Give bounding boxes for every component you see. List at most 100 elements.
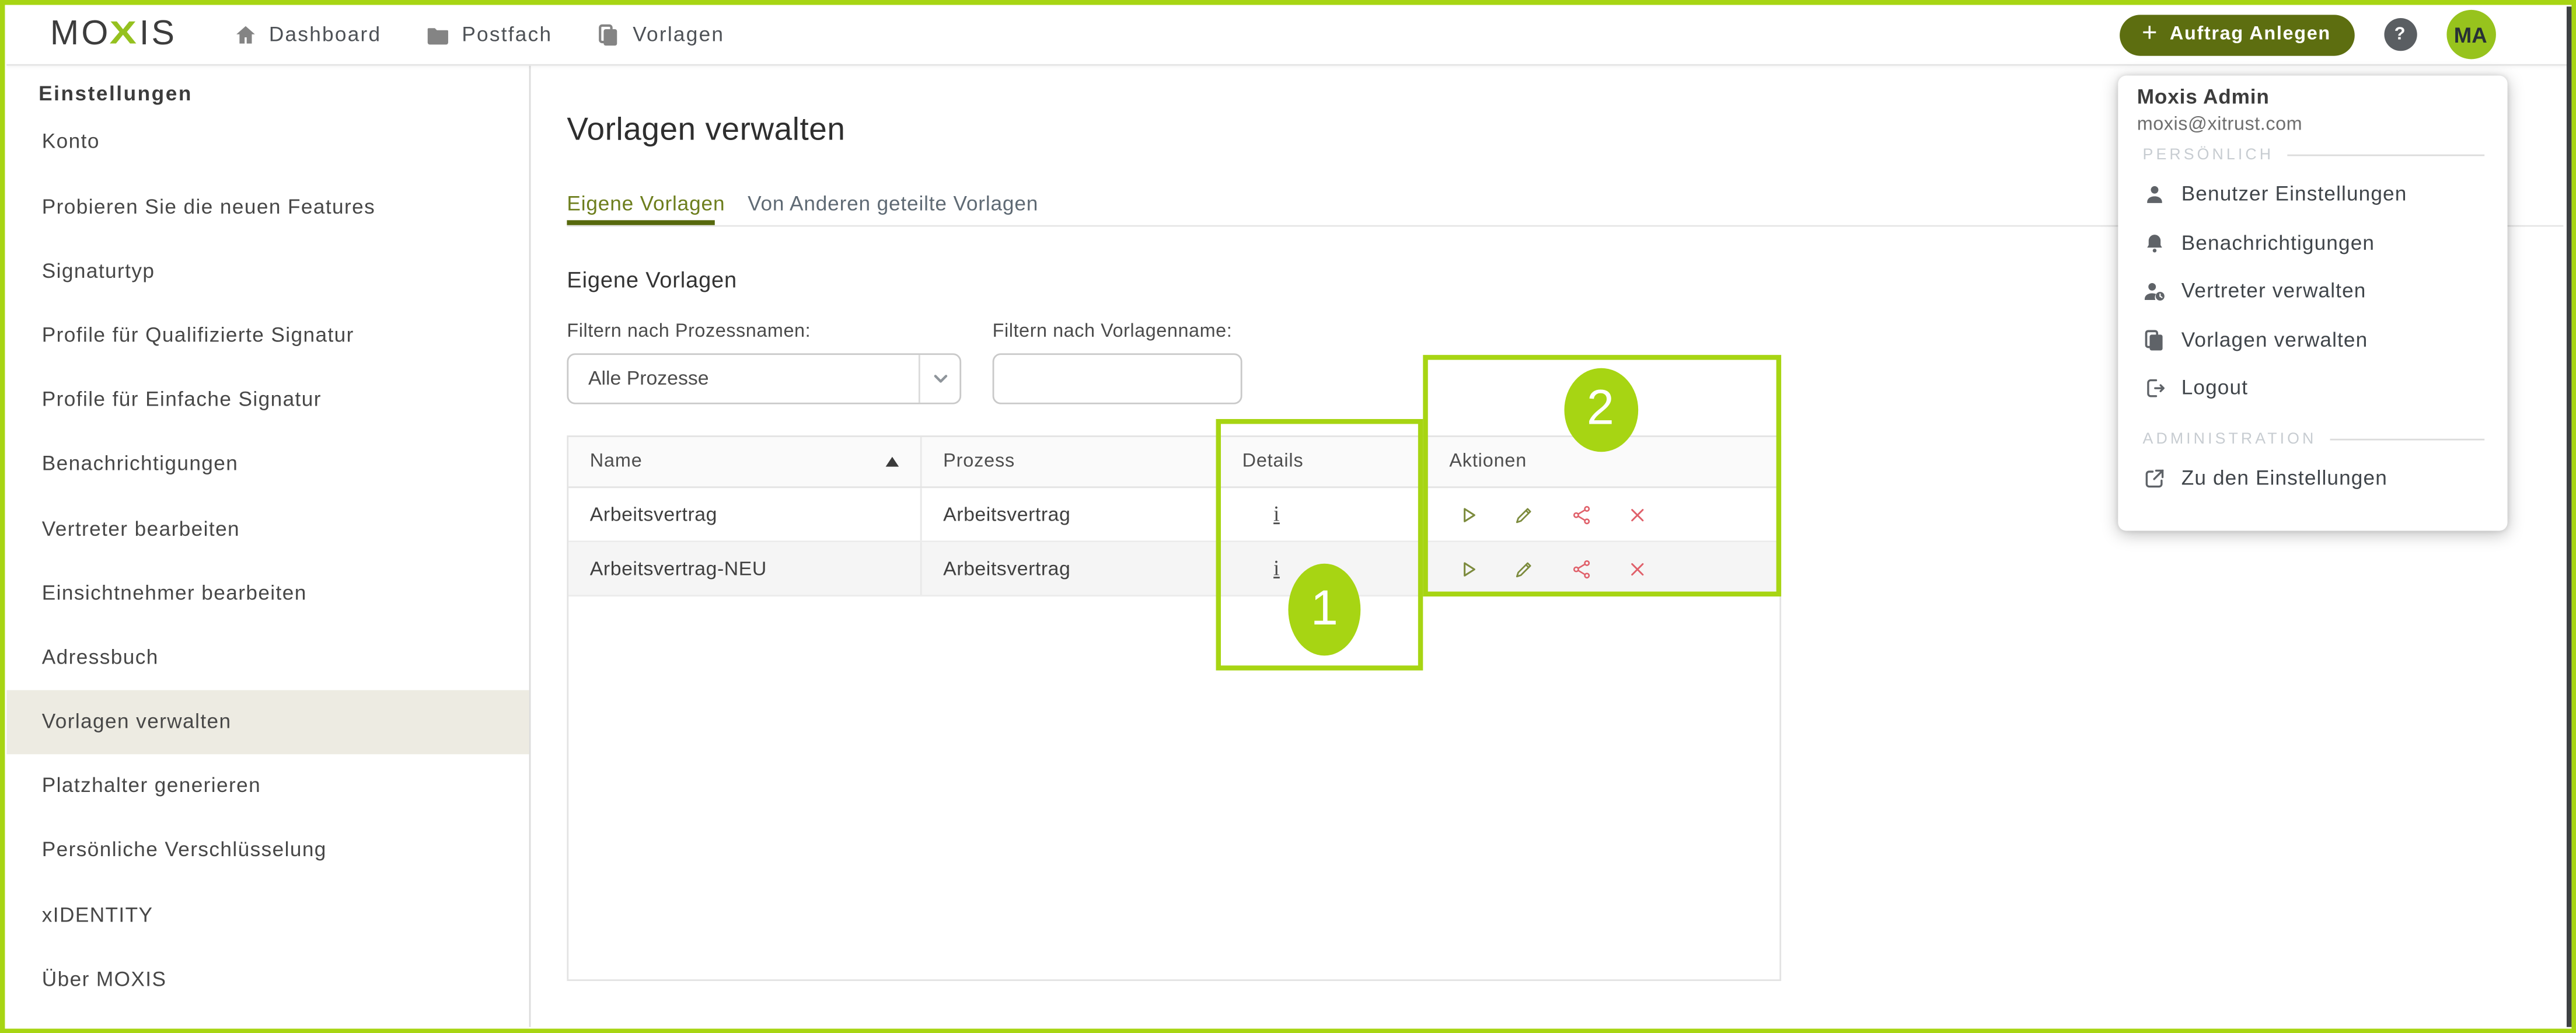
name-filter-label: Filtern nach Vorlagenname: bbox=[993, 322, 1233, 342]
pencil-icon bbox=[1513, 504, 1535, 525]
sidebar-item-konto[interactable]: Konto bbox=[6, 111, 528, 175]
share-template-button[interactable] bbox=[1569, 557, 1592, 580]
user-name: Moxis Admin bbox=[2137, 85, 2508, 108]
sidebar-menu: Konto Probieren Sie die neuen Features S… bbox=[6, 111, 528, 1013]
menu-item-benutzer-einstellungen[interactable]: Benutzer Einstellungen bbox=[2117, 170, 2508, 218]
column-header-name[interactable]: Name bbox=[568, 437, 922, 486]
share-icon bbox=[1570, 504, 1591, 525]
share-template-button[interactable] bbox=[1569, 503, 1592, 526]
sidebar-item-vorlagen-verwalten[interactable]: Vorlagen verwalten bbox=[6, 690, 528, 755]
edit-template-button[interactable] bbox=[1513, 557, 1535, 580]
home-icon bbox=[233, 23, 257, 47]
cell-process-name: Arbeitsvertrag bbox=[922, 542, 1221, 595]
section-label: PERSÖNLICH bbox=[2143, 146, 2274, 165]
cell-details: i bbox=[1221, 488, 1428, 540]
process-filter-select[interactable]: Alle Prozesse bbox=[567, 353, 961, 404]
sidebar-item-profile-einfache-signatur[interactable]: Profile für Einfache Signatur bbox=[6, 368, 528, 432]
table-header-row: Name Prozess Details Aktionen bbox=[568, 437, 1779, 488]
menu-section-administration: ADMINISTRATION bbox=[2143, 429, 2485, 449]
run-template-button[interactable] bbox=[1456, 503, 1479, 526]
templates-table: Name Prozess Details Aktionen Arbeitsver… bbox=[567, 435, 1780, 981]
sidebar-item-benachrichtigungen[interactable]: Benachrichtigungen bbox=[6, 432, 528, 497]
nav-item-vorlagen[interactable]: Vorlagen bbox=[596, 23, 724, 47]
help-button[interactable]: ? bbox=[2383, 19, 2416, 51]
menu-item-benachrichtigungen[interactable]: Benachrichtigungen bbox=[2117, 218, 2508, 267]
sidebar-item-platzhalter-generieren[interactable]: Platzhalter generieren bbox=[6, 755, 528, 819]
edit-template-button[interactable] bbox=[1513, 503, 1535, 526]
sidebar-item-persoenliche-verschluesselung[interactable]: Persönliche Verschlüsselung bbox=[6, 819, 528, 883]
sidebar-item-profile-qualifizierte-signatur[interactable]: Profile für Qualifizierte Signatur bbox=[6, 304, 528, 368]
right-edge-shadow bbox=[2567, 6, 2571, 1027]
sidebar-item-xidentity[interactable]: xIDENTITY bbox=[6, 884, 528, 948]
avatar-initials: MA bbox=[2454, 23, 2487, 47]
create-order-button[interactable]: + Auftrag Anlegen bbox=[2119, 15, 2354, 55]
menu-item-logout[interactable]: Logout bbox=[2117, 364, 2508, 413]
sort-ascending-icon bbox=[886, 457, 899, 467]
sidebar-item-vertreter-bearbeiten[interactable]: Vertreter bearbeiten bbox=[6, 497, 528, 561]
moxis-logo[interactable]: MOXIS bbox=[50, 15, 177, 55]
sidebar-item-ueber-moxis[interactable]: Über MOXIS bbox=[6, 948, 528, 1012]
logo-text-is: IS bbox=[139, 15, 177, 55]
menu-item-vorlagen-verwalten[interactable]: Vorlagen verwalten bbox=[2117, 316, 2508, 364]
sidebar-heading: Einstellungen bbox=[39, 82, 193, 105]
template-name-filter-input[interactable] bbox=[993, 353, 1242, 404]
details-info-link[interactable]: i bbox=[1273, 501, 1280, 528]
cell-actions bbox=[1428, 542, 1779, 595]
user-email: moxis@xitrust.com bbox=[2137, 114, 2508, 134]
user-avatar[interactable]: MA bbox=[2446, 11, 2495, 60]
play-icon bbox=[1457, 558, 1478, 580]
logout-icon bbox=[2142, 376, 2166, 400]
external-link-icon bbox=[2142, 466, 2166, 490]
tab-geteilte-vorlagen[interactable]: Von Anderen geteilte Vorlagen bbox=[748, 192, 1038, 215]
sidebar-item-adressbuch[interactable]: Adressbuch bbox=[6, 626, 528, 690]
templates-icon bbox=[596, 23, 621, 47]
selected-process-value: Alle Prozesse bbox=[568, 367, 919, 390]
delete-template-button[interactable] bbox=[1626, 557, 1649, 580]
settings-sidebar: Einstellungen Konto Probieren Sie die ne… bbox=[6, 66, 530, 1027]
section-heading: Eigene Vorlagen bbox=[567, 268, 737, 292]
user-clock-icon bbox=[2142, 280, 2166, 303]
menu-item-vertreter-verwalten[interactable]: Vertreter verwalten bbox=[2117, 267, 2508, 316]
cell-actions bbox=[1428, 488, 1779, 540]
sidebar-item-einsichtnehmer-bearbeiten[interactable]: Einsichtnehmer bearbeiten bbox=[6, 561, 528, 626]
logo-text-mo: MO bbox=[50, 15, 111, 55]
templates-icon bbox=[2142, 328, 2166, 352]
nav-item-label: Dashboard bbox=[269, 23, 381, 46]
chevron-down-icon bbox=[929, 368, 951, 389]
column-header-prozess[interactable]: Prozess bbox=[922, 437, 1221, 486]
page-title: Vorlagen verwalten bbox=[567, 111, 845, 149]
moxis-app-window: MOXIS Dashboard Postfach Vorlagen + Auft… bbox=[0, 0, 2576, 1033]
menu-section-personal: PERSÖNLICH bbox=[2143, 145, 2485, 165]
section-divider bbox=[2330, 438, 2484, 439]
user-icon bbox=[2142, 183, 2166, 207]
run-template-button[interactable] bbox=[1456, 557, 1479, 580]
delete-template-button[interactable] bbox=[1626, 503, 1649, 526]
details-info-link[interactable]: i bbox=[1273, 556, 1280, 582]
menu-item-zu-den-einstellungen[interactable]: Zu den Einstellungen bbox=[2117, 453, 2508, 502]
close-icon bbox=[1626, 558, 1648, 580]
play-icon bbox=[1457, 504, 1478, 525]
tab-eigene-vorlagen[interactable]: Eigene Vorlagen bbox=[567, 192, 725, 215]
table-row: Arbeitsvertrag Arbeitsvertrag i bbox=[568, 488, 1779, 542]
section-divider bbox=[2287, 155, 2485, 156]
plus-icon: + bbox=[2142, 22, 2158, 48]
pencil-icon bbox=[1513, 558, 1535, 580]
column-header-aktionen[interactable]: Aktionen bbox=[1428, 437, 1779, 486]
question-mark-icon: ? bbox=[2395, 25, 2406, 45]
cell-template-name: Arbeitsvertrag-NEU bbox=[568, 542, 922, 595]
folder-icon bbox=[425, 23, 450, 47]
create-order-label: Auftrag Anlegen bbox=[2170, 25, 2331, 45]
column-header-details[interactable]: Details bbox=[1221, 437, 1428, 486]
cell-template-name: Arbeitsvertrag bbox=[568, 488, 922, 540]
bell-icon bbox=[2142, 231, 2166, 255]
sidebar-item-signaturtyp[interactable]: Signaturtyp bbox=[6, 239, 528, 303]
share-icon bbox=[1570, 558, 1591, 580]
close-icon bbox=[1626, 504, 1648, 525]
user-dropdown-menu: Moxis Admin moxis@xitrust.com PERSÖNLICH… bbox=[2117, 75, 2508, 530]
nav-item-label: Vorlagen bbox=[633, 23, 724, 46]
sidebar-item-neue-features[interactable]: Probieren Sie die neuen Features bbox=[6, 175, 528, 239]
nav-item-postfach[interactable]: Postfach bbox=[425, 23, 552, 47]
active-tab-underline bbox=[567, 221, 714, 226]
table-row: Arbeitsvertrag-NEU Arbeitsvertrag i bbox=[568, 542, 1779, 596]
nav-item-dashboard[interactable]: Dashboard bbox=[233, 23, 381, 47]
